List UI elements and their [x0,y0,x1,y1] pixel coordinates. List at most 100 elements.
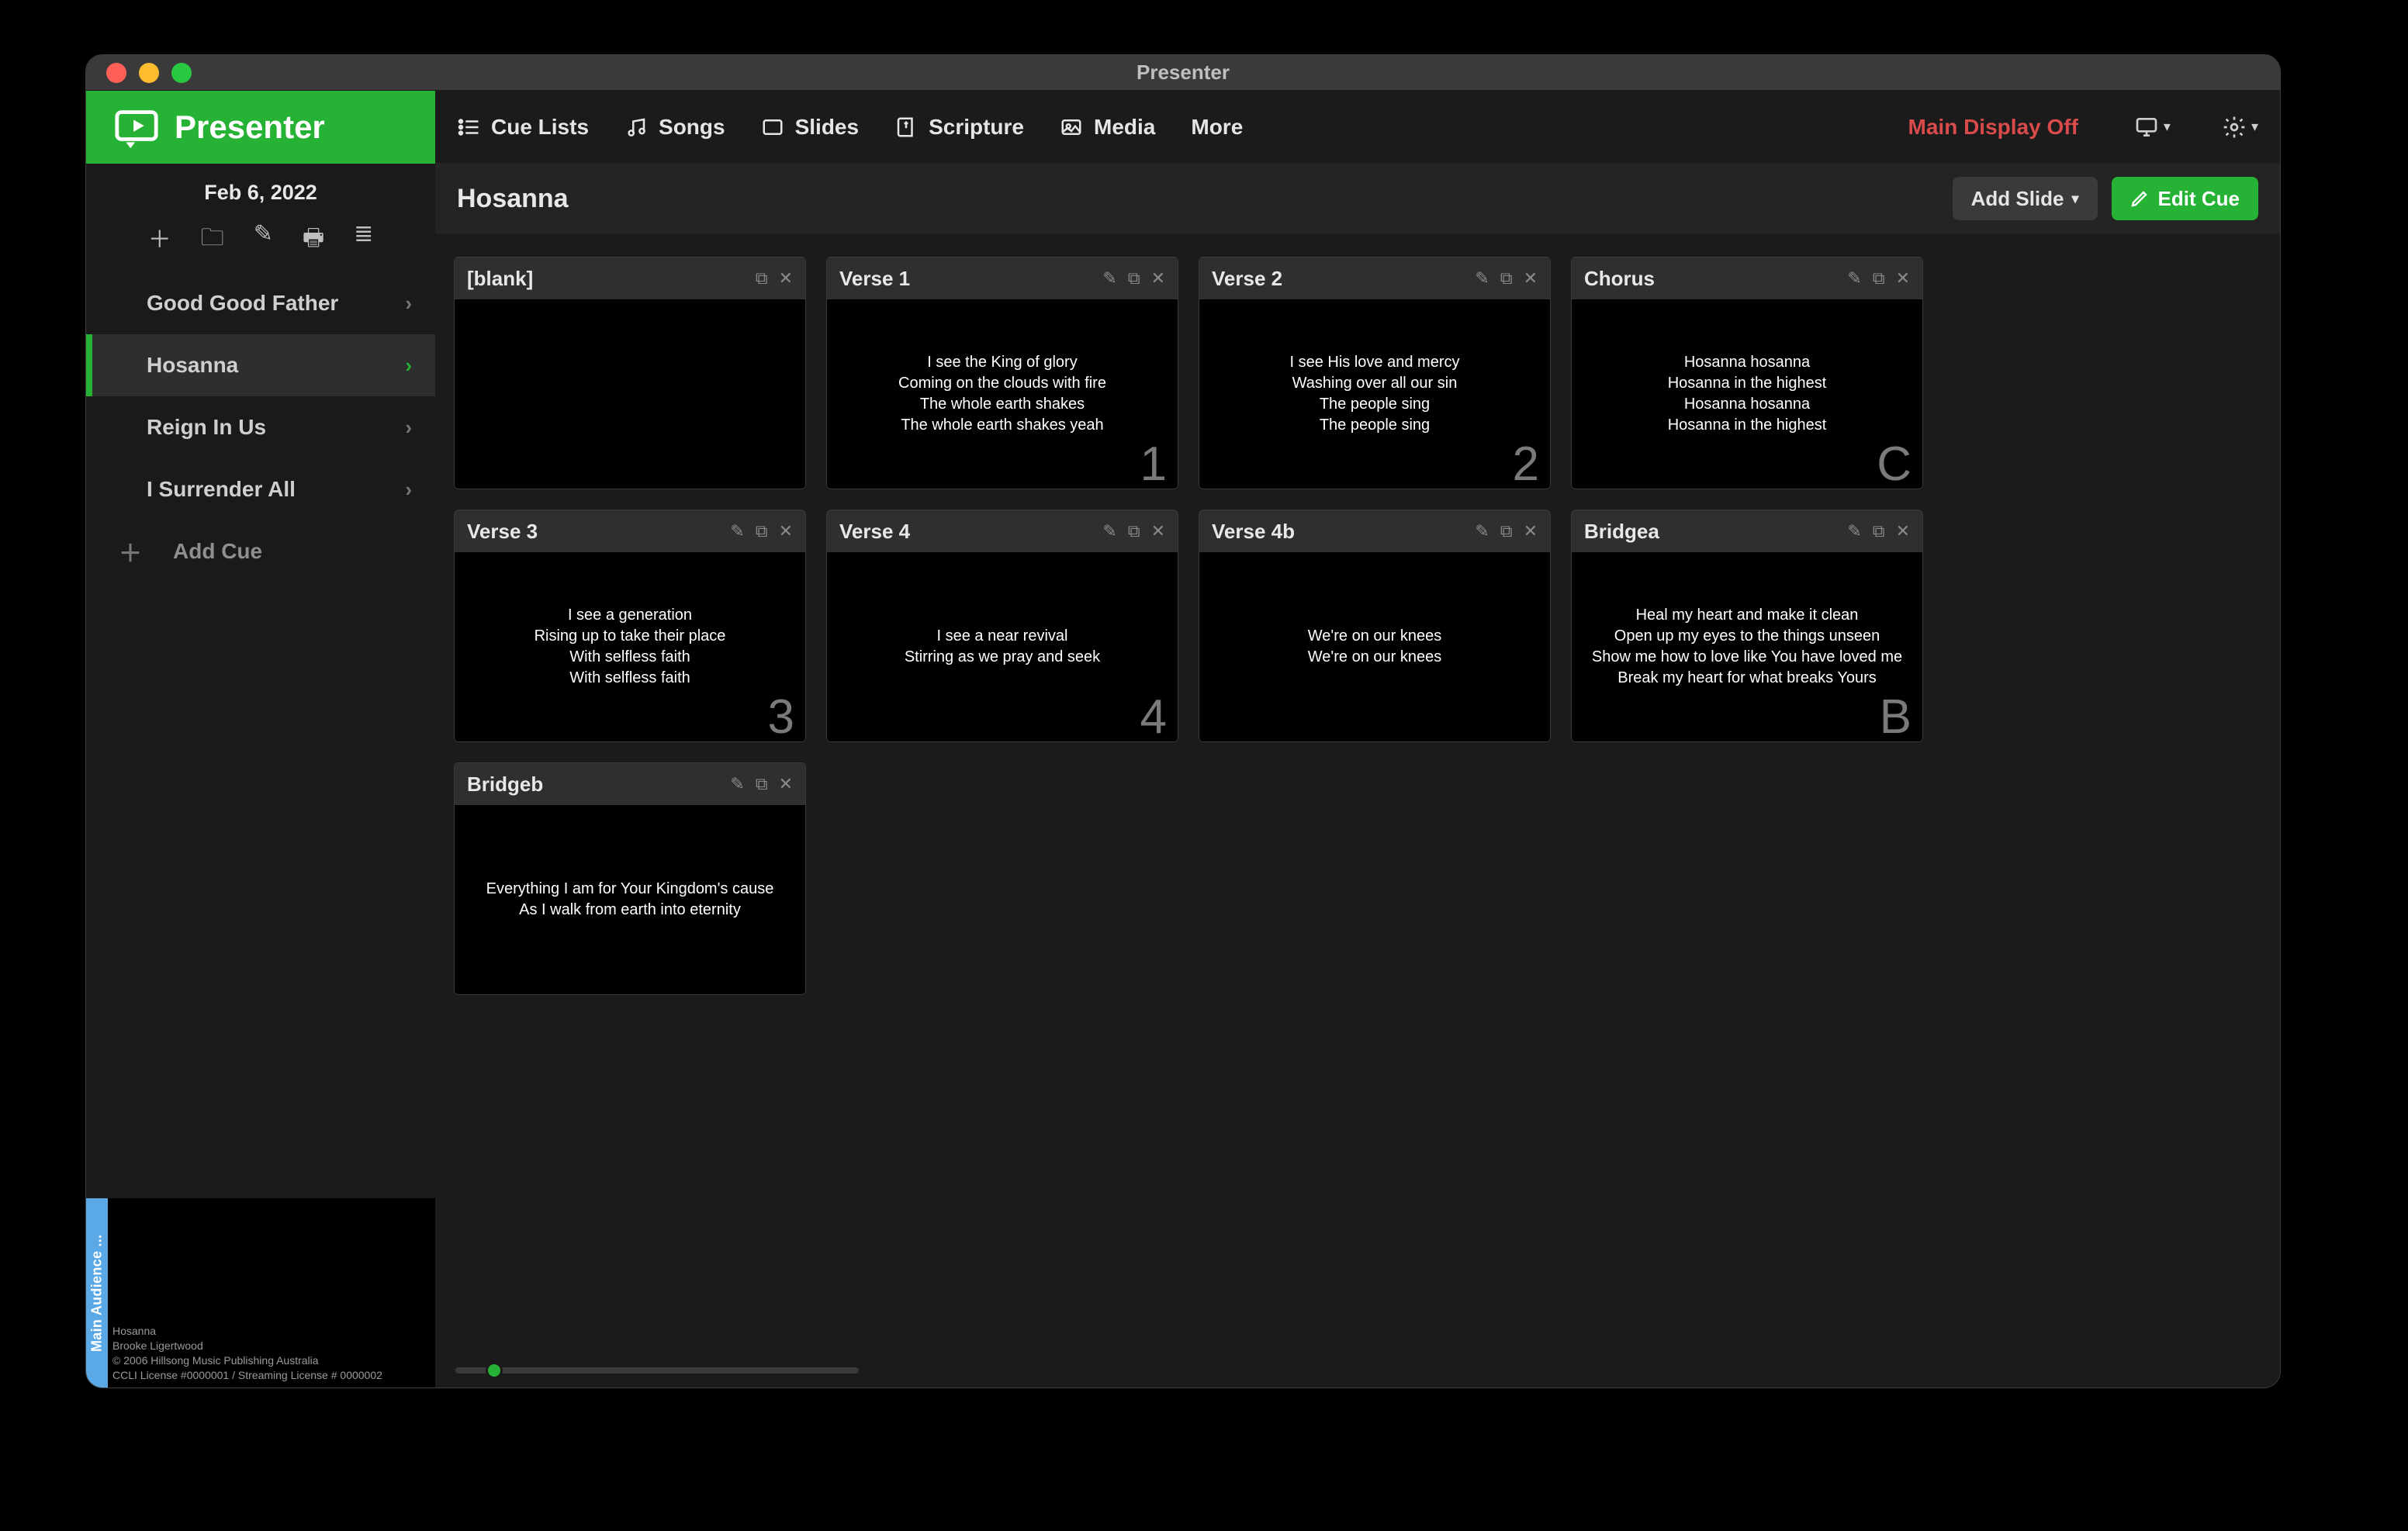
window-controls [106,63,192,83]
slide-header-actions: ✎ ⧉ ✕ [1102,521,1165,541]
settings-button[interactable]: ▾ [2222,115,2258,140]
slide-hotkey: 4 [1140,693,1167,741]
slide-header: Bridgeb✎⧉✕ [455,763,805,805]
add-cue-label: Add Cue [173,539,262,564]
slide-card[interactable]: Verse 3✎⧉✕I see a generation Rising up t… [454,510,806,742]
display-selector[interactable]: ▾ [2134,115,2171,140]
slide-preview[interactable] [455,299,805,489]
print-icon[interactable]: 🖶 [303,220,324,260]
delete-slide-icon[interactable]: ✕ [1151,268,1165,289]
cue-list: Good Good Father›Hosanna›Reign In Us›I S… [86,272,435,520]
slides-scroll-area[interactable]: [blank]⧉✕Verse 1✎⧉✕I see the King of glo… [435,233,2280,1353]
cue-item-label: Good Good Father [147,291,338,316]
slide-card[interactable]: Bridgeb✎⧉✕Everything I am for Your Kingd… [454,762,806,995]
cue-item[interactable]: Reign In Us› [86,396,435,458]
minimize-window-button[interactable] [139,63,159,83]
media-icon [1060,116,1083,139]
delete-slide-icon[interactable]: ✕ [779,774,793,794]
edit-slide-icon[interactable]: ✎ [1475,521,1489,541]
slide-header-actions: ✎ ⧉ ✕ [1102,268,1165,289]
preview-title: Hosanna [112,1324,431,1339]
duplicate-slide-icon[interactable]: ⧉ [756,268,768,289]
edit-slide-icon[interactable]: ✎ [1847,521,1861,541]
delete-slide-icon[interactable]: ✕ [1896,521,1910,541]
slide-header-actions: ✎ ⧉ ✕ [730,774,793,794]
edit-slide-icon[interactable]: ✎ [1102,268,1116,289]
song-title: Hosanna [457,184,569,214]
app-name: Presenter [175,109,325,146]
slide-card[interactable]: Chorus✎⧉✕Hosanna hosanna Hosanna in the … [1571,257,1923,489]
slide-preview[interactable]: Everything I am for Your Kingdom's cause… [455,805,805,994]
edit-slide-icon[interactable]: ✎ [730,521,744,541]
slide-preview[interactable]: Heal my heart and make it clean Open up … [1572,552,1922,741]
zoom-thumb[interactable] [486,1362,503,1379]
zoom-slider[interactable] [455,1367,859,1374]
add-cue-button[interactable]: ＋ Add Cue [86,520,435,582]
add-icon[interactable]: ＋ [148,220,171,260]
cue-item[interactable]: Hosanna› [86,334,435,396]
open-folder-icon[interactable]: 🗀 [201,220,224,260]
slide-preview[interactable]: I see a near revival Stirring as we pray… [827,552,1178,741]
edit-slide-icon[interactable]: ✎ [1475,268,1489,289]
nav-cue-lists[interactable]: Cue Lists [457,115,589,140]
preview-license: CCLI License #0000001 / Streaming Licens… [112,1368,431,1383]
slides-icon [761,116,784,139]
zoom-bar [435,1353,2280,1388]
nav-more[interactable]: More [1191,115,1243,140]
slide-card[interactable]: Verse 4✎⧉✕I see a near revival Stirring … [826,510,1178,742]
preview-display-label: Main Audience ... [86,1198,108,1388]
slide-label: [blank] [467,267,748,291]
cue-item-label: I Surrender All [147,477,296,502]
duplicate-slide-icon[interactable]: ⧉ [1500,268,1513,289]
slide-card[interactable]: Verse 1✎⧉✕I see the King of glory Coming… [826,257,1178,489]
zoom-window-button[interactable] [171,63,192,83]
plus-icon: ＋ [119,534,142,569]
slide-card[interactable]: Verse 4b✎⧉✕We're on our knees We're on o… [1199,510,1551,742]
delete-slide-icon[interactable]: ✕ [1151,521,1165,541]
edit-slide-icon[interactable]: ✎ [1847,268,1861,289]
output-preview[interactable]: Main Audience ... Hosanna Brooke Ligertw… [86,1198,435,1388]
edit-icon[interactable]: ✎ [254,220,273,260]
slide-preview[interactable]: I see His love and mercy Washing over al… [1199,299,1550,489]
duplicate-slide-icon[interactable]: ⧉ [1873,521,1885,541]
nav-songs[interactable]: Songs [624,115,725,140]
slide-card[interactable]: Bridgea✎⧉✕Heal my heart and make it clea… [1571,510,1923,742]
duplicate-slide-icon[interactable]: ⧉ [1128,521,1140,541]
delete-slide-icon[interactable]: ✕ [1896,268,1910,289]
duplicate-slide-icon[interactable]: ⧉ [1873,268,1885,289]
main-display-status[interactable]: Main Display Off [1908,115,2078,140]
slide-card[interactable]: Verse 2✎⧉✕I see His love and mercy Washi… [1199,257,1551,489]
nav-slides[interactable]: Slides [761,115,859,140]
duplicate-slide-icon[interactable]: ⧉ [756,521,768,541]
slide-header-actions: ✎ ⧉ ✕ [1847,268,1910,289]
edit-slide-icon[interactable]: ✎ [1102,521,1116,541]
app-logo: Presenter [86,91,435,164]
delete-slide-icon[interactable]: ✕ [779,521,793,541]
slide-preview[interactable]: I see a generation Rising up to take the… [455,552,805,741]
preview-copyright: © 2006 Hillsong Music Publishing Austral… [112,1353,431,1368]
title-bar: Presenter [86,55,2280,91]
cue-item[interactable]: I Surrender All› [86,458,435,520]
slide-preview[interactable]: We're on our knees We're on our knees [1199,552,1550,741]
cue-item[interactable]: Good Good Father› [86,272,435,334]
duplicate-slide-icon[interactable]: ⧉ [1500,521,1513,541]
add-slide-button[interactable]: Add Slide ▾ [1953,177,2098,220]
slide-preview[interactable]: Hosanna hosanna Hosanna in the highest H… [1572,299,1922,489]
close-window-button[interactable] [106,63,126,83]
list-view-icon[interactable]: ≣ [354,220,373,260]
nav-media[interactable]: Media [1060,115,1155,140]
nav-media-label: Media [1094,115,1155,140]
nav-scripture[interactable]: Scripture [894,115,1024,140]
slide-text: I see His love and mercy Washing over al… [1290,352,1460,436]
edit-cue-button[interactable]: Edit Cue [2112,177,2258,220]
delete-slide-icon[interactable]: ✕ [1524,521,1538,541]
app-window: Presenter Presenter Feb 6, 2022 ＋ 🗀 ✎ 🖶 [85,54,2281,1388]
slide-card[interactable]: [blank]⧉✕ [454,257,806,489]
slide-header-actions: ⧉✕ [756,268,793,289]
duplicate-slide-icon[interactable]: ⧉ [1128,268,1140,289]
duplicate-slide-icon[interactable]: ⧉ [756,774,768,794]
delete-slide-icon[interactable]: ✕ [1524,268,1538,289]
delete-slide-icon[interactable]: ✕ [779,268,793,289]
slide-preview[interactable]: I see the King of glory Coming on the cl… [827,299,1178,489]
edit-slide-icon[interactable]: ✎ [730,774,744,794]
